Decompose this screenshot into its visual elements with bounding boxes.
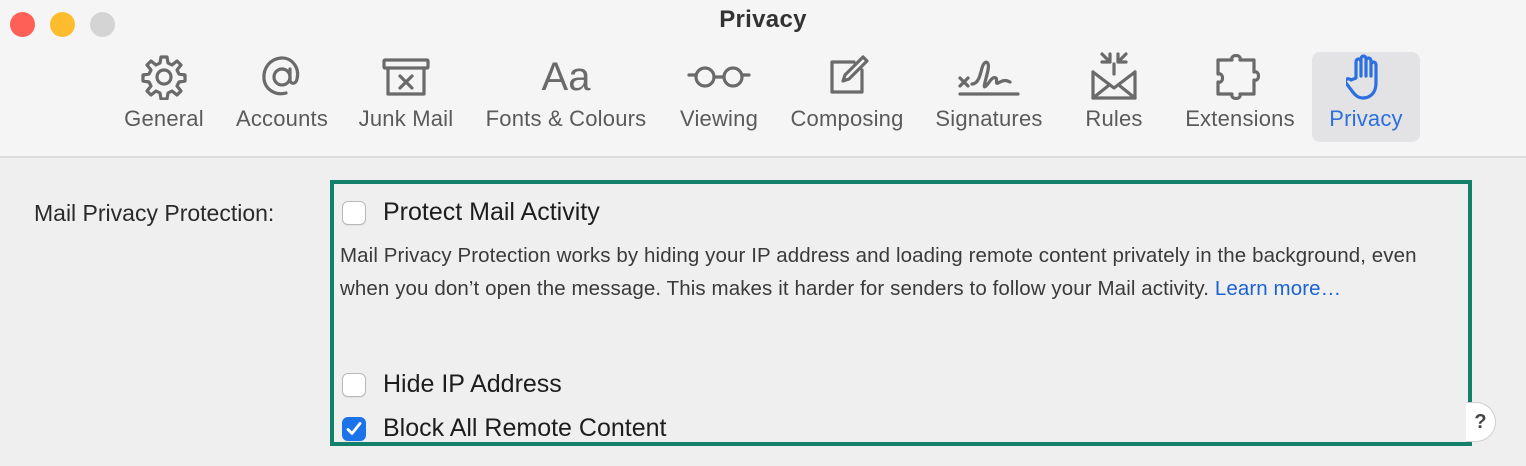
- tab-junk-mail[interactable]: Junk Mail: [350, 52, 462, 142]
- privacy-pane: Mail Privacy Protection: Protect Mail Ac…: [0, 158, 1526, 466]
- protect-mail-activity-checkbox[interactable]: [342, 200, 366, 225]
- puzzle-icon: [1214, 52, 1266, 102]
- glasses-icon: [686, 52, 752, 102]
- learn-more-link[interactable]: Learn more…: [1215, 277, 1341, 300]
- window-title: Privacy: [719, 6, 807, 33]
- hide-ip-address-checkbox[interactable]: [342, 372, 366, 397]
- signature-icon: [956, 52, 1022, 102]
- hide-ip-address-label: Hide IP Address: [383, 370, 562, 398]
- tab-viewing[interactable]: Viewing: [672, 52, 766, 142]
- protect-mail-activity-row[interactable]: Protect Mail Activity: [342, 198, 600, 227]
- tab-label: Composing: [790, 106, 904, 131]
- tab-label: Signatures: [935, 106, 1043, 131]
- compose-icon: [824, 52, 870, 102]
- tab-label: Rules: [1085, 106, 1143, 131]
- mail-privacy-description: Mail Privacy Protection works by hiding …: [340, 240, 1470, 305]
- tab-privacy[interactable]: Privacy: [1312, 52, 1420, 142]
- tab-label: General: [124, 106, 204, 131]
- mail-privacy-protection-label: Mail Privacy Protection:: [34, 200, 275, 226]
- tab-composing[interactable]: Composing: [782, 52, 912, 142]
- block-remote-content-checkbox[interactable]: [342, 416, 366, 441]
- checkmark-icon: [346, 421, 362, 435]
- tab-label: Fonts & Colours: [485, 106, 647, 131]
- gear-icon: [141, 52, 187, 102]
- tab-label: Extensions: [1185, 106, 1295, 131]
- rules-envelope-icon: [1088, 52, 1140, 102]
- protect-mail-activity-label: Protect Mail Activity: [383, 198, 600, 226]
- mail-privacy-options-group: Protect Mail Activity Mail Privacy Prote…: [330, 180, 1472, 446]
- tab-extensions[interactable]: Extensions: [1178, 52, 1302, 142]
- tab-fonts-colours[interactable]: Aa Fonts & Colours: [478, 52, 654, 142]
- tab-rules[interactable]: Rules: [1078, 52, 1150, 142]
- tab-accounts[interactable]: Accounts: [226, 52, 338, 142]
- tab-label: Viewing: [679, 106, 759, 131]
- fonts-icon: Aa: [541, 55, 591, 99]
- tab-general[interactable]: General: [114, 52, 214, 142]
- tab-label: Junk Mail: [358, 106, 454, 131]
- mail-preferences-window: Privacy General Accounts Junk Mail Aa Fo…: [0, 0, 1526, 466]
- tab-label: Privacy: [1329, 106, 1403, 131]
- block-remote-content-row[interactable]: Block All Remote Content: [342, 414, 666, 443]
- preferences-toolbar: Privacy General Accounts Junk Mail Aa Fo…: [0, 0, 1526, 158]
- tab-label: Accounts: [235, 106, 329, 131]
- tab-signatures[interactable]: Signatures: [926, 52, 1052, 142]
- at-icon: [259, 52, 305, 102]
- block-remote-content-label: Block All Remote Content: [383, 414, 667, 442]
- junk-tray-icon: [381, 52, 431, 102]
- hand-icon: [1346, 52, 1386, 102]
- help-button[interactable]: ?: [1466, 402, 1496, 442]
- hide-ip-address-row[interactable]: Hide IP Address: [342, 370, 562, 399]
